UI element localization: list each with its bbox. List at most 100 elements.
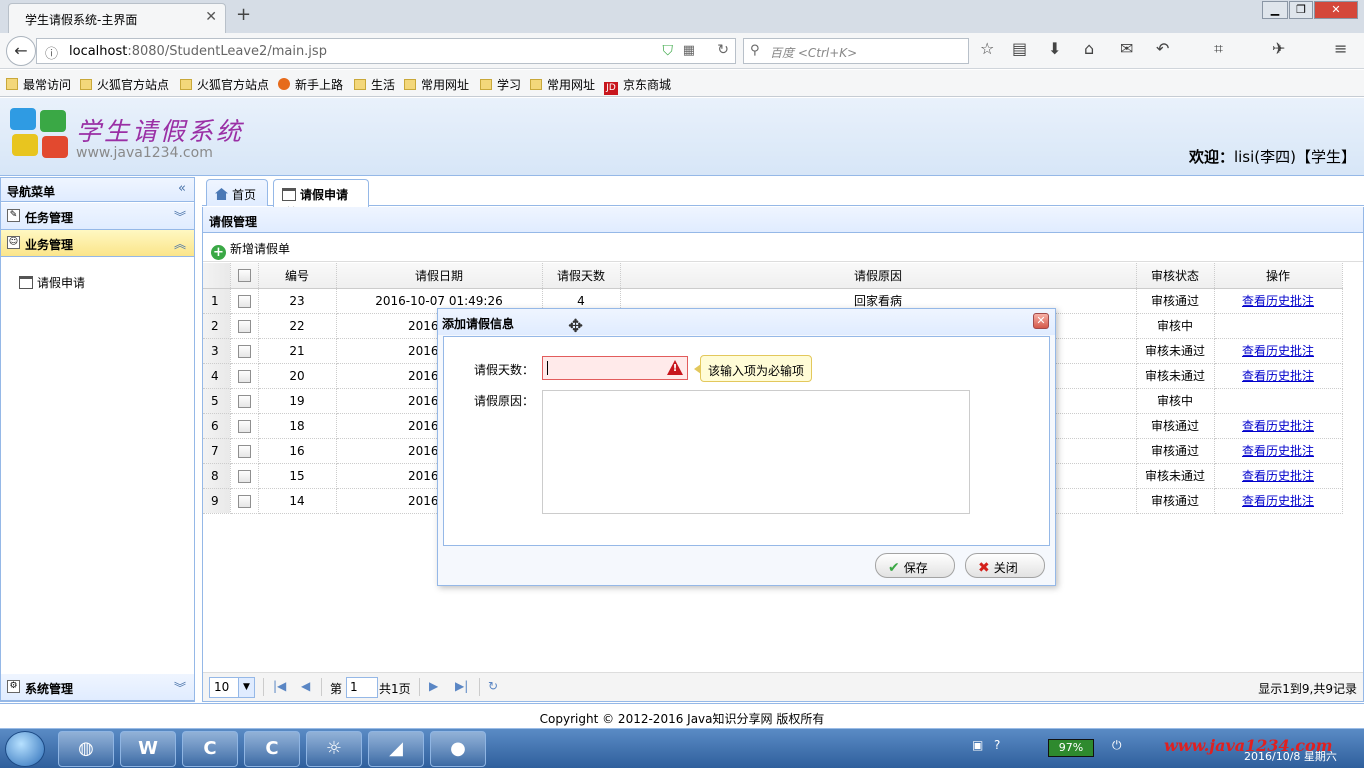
dialog-header[interactable]: 添加请假信息 ✕ bbox=[438, 309, 1055, 335]
undo-icon[interactable]: ↶ bbox=[1156, 39, 1169, 58]
bookmark-item[interactable]: 最常访问 bbox=[6, 76, 71, 93]
start-button[interactable] bbox=[5, 731, 45, 767]
bookmark-item[interactable]: 常用网址 bbox=[530, 76, 595, 93]
nav-item-leave-apply[interactable]: 请假申请 bbox=[19, 274, 85, 291]
view-history-link[interactable]: 查看历史批注 bbox=[1242, 494, 1314, 508]
taskbar-app-browser-icon[interactable]: ◍ bbox=[58, 731, 114, 767]
taskbar-app-mysql-icon[interactable]: ◢ bbox=[368, 731, 424, 767]
view-history-link[interactable]: 查看历史批注 bbox=[1242, 369, 1314, 383]
first-page-icon[interactable]: |◀ bbox=[273, 679, 286, 693]
page-size-select[interactable]: 10 ▼ bbox=[209, 677, 255, 698]
last-page-icon[interactable]: ▶| bbox=[455, 679, 468, 693]
taskbar-app-firefox-icon[interactable]: ● bbox=[430, 731, 486, 767]
crop-icon[interactable]: ⌗ bbox=[1214, 39, 1223, 59]
row-checkbox[interactable] bbox=[230, 488, 259, 514]
leave-days-input[interactable]: ! bbox=[542, 356, 688, 380]
move-cursor-icon: ✥ bbox=[568, 316, 584, 337]
page-total: 共1页 bbox=[379, 682, 411, 696]
row-checkbox[interactable] bbox=[230, 313, 259, 339]
column-header[interactable]: 审核状态 bbox=[1136, 263, 1215, 289]
column-header[interactable]: 编号 bbox=[258, 263, 337, 289]
menu-icon[interactable]: ≡ bbox=[1334, 39, 1347, 58]
home-page-icon[interactable]: ⌂ bbox=[1084, 39, 1094, 58]
back-button[interactable]: ← bbox=[6, 36, 36, 66]
expand-icon[interactable]: ︾ bbox=[174, 208, 186, 225]
row-checkbox[interactable] bbox=[230, 338, 259, 364]
column-header[interactable]: 请假日期 bbox=[336, 263, 543, 289]
row-checkbox[interactable] bbox=[230, 288, 259, 314]
power-icon[interactable]: ⏻ bbox=[1112, 738, 1122, 753]
page-info: 显示1到9,共9记录 bbox=[1258, 682, 1357, 696]
save-button[interactable]: ✔ 保存 bbox=[875, 553, 955, 578]
bookmark-item[interactable]: 新手上路 bbox=[278, 76, 343, 93]
leave-reason-textarea[interactable] bbox=[542, 390, 970, 514]
site-info-icon[interactable]: ⓘ bbox=[45, 43, 58, 62]
bookmark-item[interactable]: 生活 bbox=[354, 76, 395, 93]
taskbar-app-camtasia2-icon[interactable]: C bbox=[244, 731, 300, 767]
taskbar-app-word-icon[interactable]: W bbox=[120, 731, 176, 767]
row-checkbox[interactable] bbox=[230, 363, 259, 389]
help-icon[interactable]: ? bbox=[994, 738, 1000, 752]
tab-home[interactable]: 首页 bbox=[206, 179, 268, 206]
bookmark-item[interactable]: 常用网址 bbox=[404, 76, 469, 93]
battery-indicator[interactable]: 97% bbox=[1048, 739, 1094, 757]
nav-panel: 导航菜单 « ✎ 任务管理 ︾ ☺ 业务管理 ︽ 请假申请 ⚙ 系统管理 ︾ bbox=[0, 177, 195, 702]
row-number: 8 bbox=[203, 463, 231, 489]
shield-icon[interactable]: ⛉ bbox=[663, 43, 674, 59]
expand-icon[interactable]: ︾ bbox=[174, 679, 186, 696]
page-prefix: 第 bbox=[330, 682, 343, 696]
row-checkbox[interactable] bbox=[230, 463, 259, 489]
view-history-link[interactable]: 查看历史批注 bbox=[1242, 469, 1314, 483]
column-header[interactable]: 请假天数 bbox=[542, 263, 621, 289]
qr-code-icon[interactable]: ▦ bbox=[683, 43, 695, 58]
row-checkbox[interactable] bbox=[230, 438, 259, 464]
select-all-checkbox[interactable] bbox=[230, 263, 259, 289]
chat-icon[interactable]: ✉ bbox=[1120, 39, 1133, 58]
close-window-button[interactable]: ✕ bbox=[1314, 1, 1358, 19]
column-header[interactable]: 操作 bbox=[1214, 263, 1343, 289]
view-history-link[interactable]: 查看历史批注 bbox=[1242, 344, 1314, 358]
nav-panel-task[interactable]: ✎ 任务管理 ︾ bbox=[1, 203, 194, 230]
row-number: 5 bbox=[203, 388, 231, 414]
new-tab-icon[interactable]: + bbox=[236, 4, 251, 25]
page-number-input[interactable]: 1 bbox=[346, 677, 378, 698]
row-checkbox[interactable] bbox=[230, 388, 259, 414]
bookmark-item[interactable]: JD 京东商城 bbox=[604, 76, 671, 95]
cell-action: 查看历史批注 bbox=[1214, 463, 1343, 489]
collapse-icon[interactable]: ︽ bbox=[174, 235, 186, 252]
minimize-button[interactable]: ▁ bbox=[1262, 1, 1288, 19]
tab-leave-apply[interactable]: 请假申请× bbox=[273, 179, 369, 217]
download-icon[interactable]: ⬇ bbox=[1048, 39, 1061, 58]
view-history-link[interactable]: 查看历史批注 bbox=[1242, 294, 1314, 308]
url-bar[interactable]: ⓘ localhost:8080/StudentLeave2/main.jsp … bbox=[36, 38, 736, 64]
reload-icon[interactable]: ↻ bbox=[717, 42, 729, 58]
close-button[interactable]: ✖ 关闭 bbox=[965, 553, 1045, 578]
close-icon[interactable]: ✕ bbox=[1033, 313, 1049, 329]
column-header[interactable]: 请假原因 bbox=[620, 263, 1137, 289]
browser-tab[interactable]: 学生请假系统-主界面 ✕ bbox=[8, 3, 226, 33]
next-page-icon[interactable]: ▶ bbox=[429, 679, 438, 693]
nav-panel-system[interactable]: ⚙ 系统管理 ︾ bbox=[1, 674, 194, 701]
view-history-link[interactable]: 查看历史批注 bbox=[1242, 444, 1314, 458]
bookmark-item[interactable]: 火狐官方站点 bbox=[80, 76, 169, 93]
reading-list-icon[interactable]: ▤ bbox=[1012, 39, 1027, 58]
row-checkbox[interactable] bbox=[230, 413, 259, 439]
search-bar[interactable]: ⚲ 百度 <Ctrl+K> bbox=[743, 38, 969, 64]
taskbar-app-camtasia-icon[interactable]: C bbox=[182, 731, 238, 767]
os-taskbar: ◍ W C C ☼ ◢ ● 97% bbox=[0, 728, 1364, 768]
bookmark-item[interactable]: 火狐官方站点 bbox=[180, 76, 269, 93]
close-tab-icon[interactable]: ✕ bbox=[205, 9, 217, 25]
maximize-button[interactable]: ❐ bbox=[1289, 1, 1313, 19]
cell-action: 查看历史批注 bbox=[1214, 488, 1343, 514]
taskbar-app-eclipse-icon[interactable]: ☼ bbox=[306, 731, 362, 767]
prev-page-icon[interactable]: ◀ bbox=[301, 679, 310, 693]
bookmark-star-icon[interactable]: ☆ bbox=[980, 39, 994, 58]
refresh-icon[interactable]: ↻ bbox=[488, 679, 498, 693]
view-history-link[interactable]: 查看历史批注 bbox=[1242, 419, 1314, 433]
tray-icon[interactable]: ▣ bbox=[972, 738, 983, 752]
bookmark-item[interactable]: 学习 bbox=[480, 76, 521, 93]
nav-panel-business[interactable]: ☺ 业务管理 ︽ bbox=[1, 230, 194, 257]
collapse-nav-icon[interactable]: « bbox=[178, 181, 186, 196]
addon-icon[interactable]: ✈ bbox=[1272, 39, 1285, 58]
add-leave-button[interactable]: + 新增请假单 bbox=[211, 240, 290, 260]
